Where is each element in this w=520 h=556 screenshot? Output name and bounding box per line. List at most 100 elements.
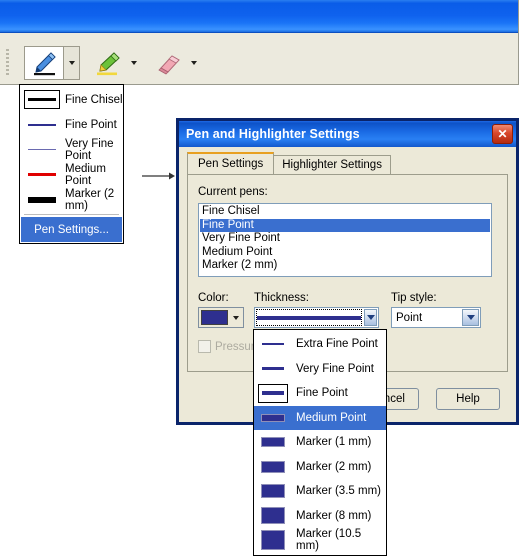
thickness-dropdown-button[interactable] — [364, 309, 377, 326]
tip-style-combo[interactable]: Point — [391, 307, 481, 328]
thickness-option[interactable]: Marker (10.5 mm) — [254, 528, 386, 553]
list-item[interactable]: Fine Point — [200, 218, 490, 232]
chevron-down-icon — [68, 61, 75, 65]
tip-style-value: Point — [396, 311, 423, 324]
highlighter-dropdown-arrow[interactable] — [126, 47, 141, 79]
application-titlebar — [0, 0, 518, 33]
thickness-option-label: Marker (8 mm) — [296, 509, 372, 522]
color-picker-combo[interactable] — [198, 307, 244, 328]
pen-menu-item[interactable]: Very Fine Point — [20, 137, 123, 162]
chevron-down-icon — [190, 61, 197, 65]
thickness-option-label: Very Fine Point — [296, 362, 374, 375]
menu-separator — [24, 214, 119, 215]
thickness-option-label: Medium Point — [296, 411, 367, 424]
pen-stroke-preview — [24, 90, 60, 109]
thickness-preview — [258, 457, 288, 476]
eraser-tool[interactable] — [148, 47, 186, 79]
pen-stroke-preview — [24, 140, 60, 159]
thickness-bar — [261, 460, 285, 473]
chevron-down-icon — [466, 315, 475, 320]
pen-dropdown-menu: Fine Chisel Fine Point Very Fine Point Medi… — [19, 84, 124, 244]
highlighter-tool-group — [88, 47, 141, 79]
pen-dropdown-arrow[interactable] — [64, 46, 80, 80]
pen-stroke-preview — [24, 165, 60, 184]
tip-style-label: Tip style: — [391, 292, 437, 304]
dialog-tabstrip: Pen Settings Highlighter Settings — [187, 152, 391, 174]
dialog-title: Pen and Highlighter Settings — [186, 127, 360, 141]
list-item[interactable]: Marker (2 mm) — [200, 259, 490, 273]
tip-style-dropdown-button[interactable] — [462, 309, 479, 326]
pen-stroke-preview — [24, 190, 60, 209]
tab-highlighter-settings[interactable]: Highlighter Settings — [273, 155, 391, 174]
pressure-checkbox[interactable] — [198, 340, 211, 353]
thickness-bar — [261, 530, 285, 551]
thickness-option-label: Marker (1 mm) — [296, 436, 372, 449]
thickness-line-preview — [257, 315, 361, 320]
chevron-down-icon — [366, 315, 375, 320]
thickness-preview — [258, 530, 288, 551]
pen-menu-item[interactable]: Fine Chisel — [20, 87, 123, 112]
color-label: Color: — [198, 292, 229, 304]
pen-tool[interactable] — [24, 46, 64, 80]
current-pens-label: Current pens: — [198, 186, 268, 198]
pen-settings-menu-item[interactable]: Pen Settings... — [21, 217, 122, 242]
pen-tool-group — [24, 46, 80, 80]
thickness-option[interactable]: Marker (8 mm) — [254, 504, 386, 529]
pen-menu-item-label: Fine Point — [65, 118, 117, 131]
list-item[interactable]: Fine Chisel — [200, 205, 490, 219]
eraser-dropdown-arrow[interactable] — [186, 47, 201, 79]
thickness-preview — [258, 433, 288, 452]
current-pens-listbox[interactable]: Fine Chisel Fine Point Very Fine Point Medi… — [198, 203, 492, 277]
thickness-bar — [261, 484, 285, 499]
thickness-preview-field — [256, 309, 362, 326]
chevron-down-icon — [232, 315, 239, 320]
dialog-titlebar: Pen and Highlighter Settings ✕ — [179, 121, 516, 147]
pen-menu-item-label: Medium Point — [65, 162, 106, 187]
thickness-option-label: Marker (2 mm) — [296, 460, 372, 473]
thickness-option-label: Fine Point — [296, 387, 348, 400]
thickness-bar — [262, 391, 284, 396]
thickness-preview — [258, 359, 288, 378]
highlighter-icon — [97, 52, 120, 76]
thickness-label: Thickness: — [254, 292, 309, 304]
close-icon[interactable]: ✕ — [492, 124, 513, 144]
pen-menu-item-list: Fine Chisel Fine Point Very Fine Point Medi… — [20, 87, 123, 212]
thickness-bar — [262, 343, 284, 346]
pen-menu-item[interactable]: Marker (2 mm) — [20, 187, 123, 212]
application-menubar — [0, 33, 518, 42]
color-swatch — [201, 310, 228, 325]
thickness-preview — [258, 506, 288, 525]
list-item[interactable]: Very Fine Point — [200, 232, 490, 246]
stroke-line — [28, 196, 56, 203]
stroke-line — [28, 173, 56, 176]
thickness-preview — [258, 482, 288, 501]
thickness-option[interactable]: Extra Fine Point — [254, 332, 386, 357]
thickness-option[interactable]: Very Fine Point — [254, 357, 386, 382]
help-button[interactable]: Help — [436, 388, 500, 410]
thickness-preview — [258, 383, 288, 403]
flow-arrow — [142, 170, 176, 182]
pen-menu-item-label: Very Fine Point — [65, 137, 114, 162]
thickness-option[interactable]: Fine Point — [254, 381, 386, 406]
eraser-icon — [158, 55, 180, 75]
thickness-preview — [258, 408, 288, 427]
thickness-option[interactable]: Medium Point — [254, 405, 386, 430]
stroke-line — [28, 149, 56, 150]
list-item[interactable]: Medium Point — [200, 246, 490, 260]
thickness-option-label: Extra Fine Point — [296, 338, 378, 351]
thickness-option[interactable]: Marker (1 mm) — [254, 430, 386, 455]
thickness-option[interactable]: Marker (2 mm) — [254, 455, 386, 480]
highlighter-tool[interactable] — [88, 47, 126, 79]
pen-menu-item[interactable]: Fine Point — [20, 112, 123, 137]
eraser-tool-group — [148, 47, 201, 79]
pen-menu-item[interactable]: Medium Point — [20, 162, 123, 187]
thickness-bar — [261, 507, 285, 525]
thickness-preview — [258, 335, 288, 354]
color-dropdown-arrow[interactable] — [228, 315, 243, 320]
thickness-option[interactable]: Marker (3.5 mm) — [254, 479, 386, 504]
tab-pen-settings[interactable]: Pen Settings — [187, 152, 275, 174]
thickness-option-label: Marker (3.5 mm) — [296, 485, 381, 498]
toolbar-grip[interactable] — [6, 49, 9, 77]
pressure-checkbox-row[interactable]: Pressure — [198, 340, 261, 353]
thickness-combo[interactable] — [254, 307, 379, 328]
